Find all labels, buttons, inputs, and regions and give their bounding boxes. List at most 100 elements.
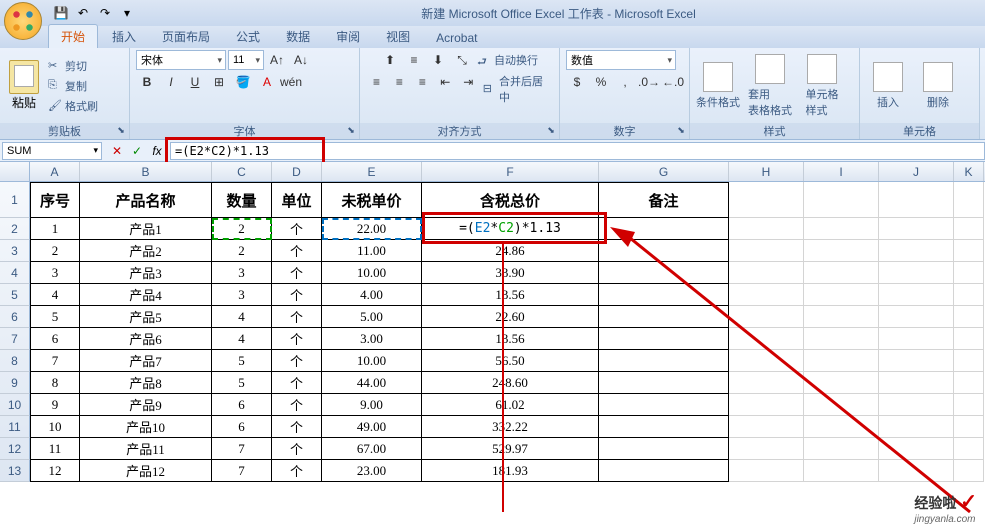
cell[interactable]: 3	[212, 284, 272, 306]
align-center-icon[interactable]: ≡	[389, 72, 410, 92]
cell[interactable]: 332.22	[422, 416, 599, 438]
bold-icon[interactable]: B	[136, 72, 158, 92]
cell[interactable]: 7	[212, 460, 272, 482]
launcher-icon[interactable]: ⬊	[115, 125, 127, 137]
cell[interactable]	[804, 328, 879, 350]
cell[interactable]	[729, 438, 804, 460]
font-color-icon[interactable]: A	[256, 72, 278, 92]
qat-dropdown-icon[interactable]: ▾	[118, 4, 136, 22]
cell[interactable]: 产品1	[80, 218, 212, 240]
cell[interactable]	[729, 350, 804, 372]
col-header-b[interactable]: B	[80, 162, 212, 181]
col-header-k[interactable]: K	[954, 162, 984, 181]
currency-icon[interactable]: $	[566, 72, 588, 92]
cell[interactable]	[599, 350, 729, 372]
formula-input[interactable]: =(E2*C2)*1.13	[170, 142, 985, 160]
cell[interactable]: 1	[30, 218, 80, 240]
tab-review[interactable]: 审阅	[324, 25, 372, 48]
cell[interactable]	[804, 438, 879, 460]
cell[interactable]	[879, 284, 954, 306]
cell[interactable]: 12	[30, 460, 80, 482]
cell[interactable]	[954, 438, 984, 460]
cell[interactable]	[879, 394, 954, 416]
cell[interactable]	[804, 372, 879, 394]
cell[interactable]	[599, 372, 729, 394]
cell[interactable]: 个	[272, 306, 322, 328]
col-header-h[interactable]: H	[729, 162, 804, 181]
table-header[interactable]: 未税单价	[322, 182, 422, 218]
cell[interactable]: 7	[212, 438, 272, 460]
comma-icon[interactable]: ,	[614, 72, 636, 92]
border-icon[interactable]: ⊞	[208, 72, 230, 92]
cell[interactable]	[599, 284, 729, 306]
fill-color-icon[interactable]: 🪣	[232, 72, 254, 92]
col-header-a[interactable]: A	[30, 162, 80, 181]
cancel-formula-icon[interactable]: ✕	[108, 142, 126, 160]
cell[interactable]: 产品7	[80, 350, 212, 372]
cell[interactable]	[954, 350, 984, 372]
cell[interactable]: 22.60	[422, 306, 599, 328]
row-header[interactable]: 11	[0, 416, 30, 438]
cell[interactable]	[954, 218, 984, 240]
cell[interactable]	[599, 416, 729, 438]
cell[interactable]: 产品3	[80, 262, 212, 284]
row-header[interactable]: 3	[0, 240, 30, 262]
cell[interactable]: 13.56	[422, 328, 599, 350]
row-header[interactable]: 9	[0, 372, 30, 394]
align-left-icon[interactable]: ≡	[366, 72, 387, 92]
cell[interactable]: 5.00	[322, 306, 422, 328]
shrink-font-icon[interactable]: A↓	[290, 50, 312, 70]
conditional-format-button[interactable]: 条件格式	[696, 62, 740, 110]
cell[interactable]: 产品6	[80, 328, 212, 350]
cell[interactable]: 11	[30, 438, 80, 460]
cell[interactable]: 产品5	[80, 306, 212, 328]
insert-cells-button[interactable]: 插入	[866, 62, 910, 110]
cell[interactable]	[879, 218, 954, 240]
cell[interactable]: 7	[30, 350, 80, 372]
select-all-corner[interactable]	[0, 162, 30, 181]
cell[interactable]: 产品9	[80, 394, 212, 416]
format-table-button[interactable]: 套用 表格格式	[748, 54, 792, 118]
cell[interactable]	[599, 306, 729, 328]
cell[interactable]	[879, 460, 954, 482]
cell[interactable]: 产品10	[80, 416, 212, 438]
col-header-g[interactable]: G	[599, 162, 729, 181]
cell[interactable]	[804, 182, 879, 218]
cell[interactable]: 4	[30, 284, 80, 306]
cell[interactable]: 6	[212, 416, 272, 438]
dec-decimal-icon[interactable]: ←.0	[662, 72, 684, 92]
tab-view[interactable]: 视图	[374, 25, 422, 48]
table-header[interactable]: 产品名称	[80, 182, 212, 218]
cell[interactable]: 个	[272, 372, 322, 394]
table-header[interactable]: 数量	[212, 182, 272, 218]
redo-icon[interactable]: ↷	[96, 4, 114, 22]
cell[interactable]	[729, 284, 804, 306]
number-format-combo[interactable]: 数值	[566, 50, 676, 70]
cell[interactable]	[599, 262, 729, 284]
paste-button[interactable]: 粘贴	[6, 60, 42, 111]
row-header[interactable]: 12	[0, 438, 30, 460]
cell[interactable]: 61.02	[422, 394, 599, 416]
cell[interactable]	[954, 262, 984, 284]
merge-button[interactable]: ⊟合并后居中	[481, 72, 553, 106]
cell[interactable]	[879, 350, 954, 372]
cell[interactable]	[954, 328, 984, 350]
tab-layout[interactable]: 页面布局	[150, 25, 222, 48]
tab-insert[interactable]: 插入	[100, 25, 148, 48]
cell[interactable]: 529.97	[422, 438, 599, 460]
cell[interactable]	[729, 218, 804, 240]
cell[interactable]	[804, 262, 879, 284]
font-size-combo[interactable]: 11	[228, 50, 264, 70]
cell[interactable]	[954, 460, 984, 482]
cell[interactable]: 67.00	[322, 438, 422, 460]
table-header[interactable]: 备注	[599, 182, 729, 218]
cell[interactable]: 3	[30, 262, 80, 284]
cell[interactable]	[954, 372, 984, 394]
row-header[interactable]: 1	[0, 182, 30, 218]
cell[interactable]	[599, 240, 729, 262]
cell[interactable]: 24.86	[422, 240, 599, 262]
cell[interactable]: 49.00	[322, 416, 422, 438]
row-header[interactable]: 5	[0, 284, 30, 306]
align-bottom-icon[interactable]: ⬇	[427, 50, 449, 70]
orientation-icon[interactable]: ⤡	[451, 50, 473, 70]
